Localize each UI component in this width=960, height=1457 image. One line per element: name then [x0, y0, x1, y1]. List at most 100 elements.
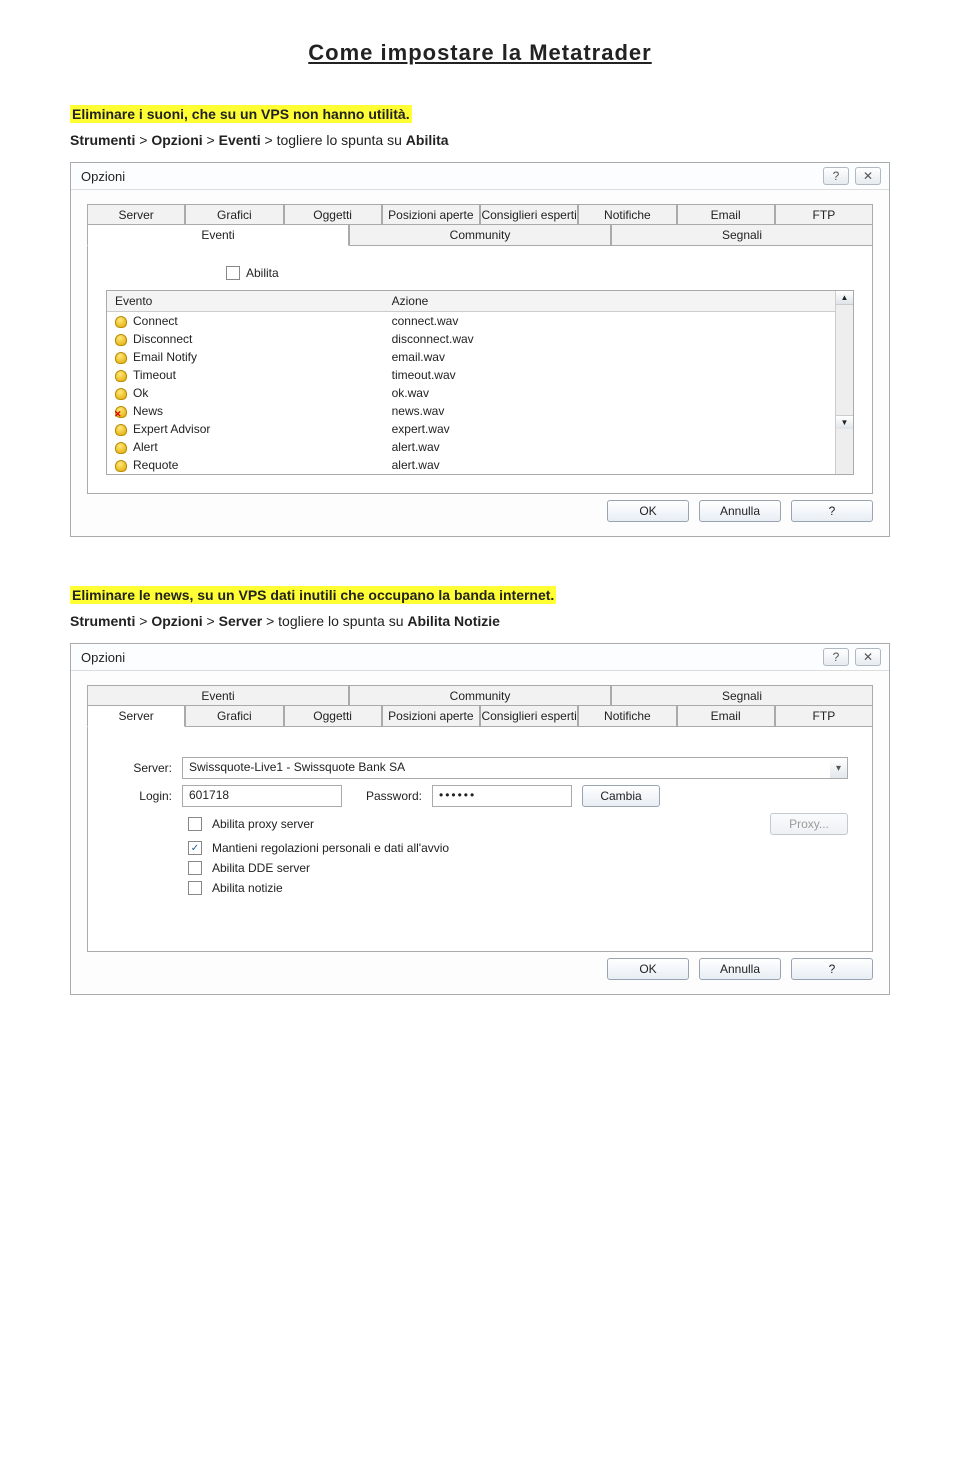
tab-grafici[interactable]: Grafici [185, 204, 283, 225]
help-icon[interactable]: ? [823, 648, 849, 666]
help-button[interactable]: ? [791, 500, 873, 522]
help-icon[interactable]: ? [823, 167, 849, 185]
event-action: alert.wav [384, 438, 835, 456]
event-action: email.wav [384, 348, 835, 366]
abilita-checkbox[interactable] [226, 266, 240, 280]
path-line-1: Strumenti > Opzioni > Eventi > togliere … [70, 132, 890, 148]
event-action: expert.wav [384, 420, 835, 438]
path-target-2: Abilita Notizie [407, 613, 500, 629]
cambia-button[interactable]: Cambia [582, 785, 660, 807]
table-row[interactable]: Requote alert.wav [107, 456, 835, 474]
chevron-down-icon[interactable]: ▾ [830, 757, 848, 779]
password-label: Password: [352, 789, 422, 803]
options-dialog-eventi: Opzioni ? ✕ ServerGraficiOggettiPosizion… [70, 162, 890, 537]
instruction-2: Eliminare le news, su un VPS dati inutil… [70, 587, 890, 603]
highlight-1: Eliminare i suoni, che su un VPS non han… [70, 105, 412, 123]
page-title: Come impostare la Metatrader [70, 40, 890, 66]
scrollbar[interactable]: ▲ ▼ [835, 291, 853, 474]
table-row[interactable]: Disconnectdisconnect.wav [107, 330, 835, 348]
col-azione: Azione [384, 291, 835, 312]
table-row[interactable]: Alertalert.wav [107, 438, 835, 456]
table-row[interactable]: Timeout timeout.wav [107, 366, 835, 384]
event-action: news.wav [384, 402, 835, 420]
path-strumenti-1: Strumenti [70, 132, 135, 148]
password-field[interactable]: •••••• [432, 785, 572, 807]
event-name: Timeout [133, 368, 176, 382]
path-opzioni-1: Opzioni [151, 132, 202, 148]
ok-button[interactable]: OK [607, 958, 689, 980]
dde-checkbox[interactable] [188, 861, 202, 875]
tab-oggetti[interactable]: Oggetti [284, 705, 382, 726]
close-icon[interactable]: ✕ [855, 648, 881, 666]
news-label: Abilita notizie [212, 881, 283, 895]
event-name: Ok [133, 386, 148, 400]
path-target-1: Abilita [406, 132, 449, 148]
tab-consiglieri-esperti[interactable]: Consiglieri esperti [480, 204, 578, 225]
tab-server[interactable]: Server [87, 705, 185, 727]
tab-segnali[interactable]: Segnali [611, 224, 873, 245]
event-name: Requote [133, 458, 178, 472]
keep-checkbox[interactable]: ✓ [188, 841, 202, 855]
event-name: Disconnect [133, 332, 192, 346]
tab-ftp[interactable]: FTP [775, 705, 873, 726]
tab-notifiche[interactable]: Notifiche [578, 204, 676, 225]
tab-oggetti[interactable]: Oggetti [284, 204, 382, 225]
dialog-title-bar-2: Opzioni ? ✕ [71, 644, 889, 671]
tab-notifiche[interactable]: Notifiche [578, 705, 676, 726]
tab-ftp[interactable]: FTP [775, 204, 873, 225]
tab-email[interactable]: Email [677, 705, 775, 726]
close-icon[interactable]: ✕ [855, 167, 881, 185]
event-name: Connect [133, 314, 178, 328]
server-combo[interactable]: Swissquote-Live1 - Swissquote Bank SA [182, 757, 830, 779]
dde-label: Abilita DDE server [212, 861, 310, 875]
bell-icon [115, 370, 127, 382]
proxy-label: Abilita proxy server [212, 817, 760, 831]
path-eventi-1: Eventi [219, 132, 261, 148]
bell-icon [115, 406, 127, 418]
tab-eventi[interactable]: Eventi [87, 224, 349, 246]
abilita-label: Abilita [246, 266, 279, 280]
event-action: alert.wav [384, 456, 835, 474]
highlight-2: Eliminare le news, su un VPS dati inutil… [70, 586, 556, 604]
path-action-2: togliere lo spunta su [278, 613, 403, 629]
tab-grafici[interactable]: Grafici [185, 705, 283, 726]
help-button[interactable]: ? [791, 958, 873, 980]
tab-consiglieri-esperti[interactable]: Consiglieri esperti [480, 705, 578, 726]
bell-icon [115, 316, 127, 328]
dialog-title-2: Opzioni [81, 650, 125, 665]
table-row[interactable]: Email Notifyemail.wav [107, 348, 835, 366]
tab-community[interactable]: Community [349, 224, 611, 245]
event-action: connect.wav [384, 312, 835, 331]
bell-icon [115, 388, 127, 400]
proxy-checkbox[interactable] [188, 817, 202, 831]
tab-email[interactable]: Email [677, 204, 775, 225]
dialog-title-bar: Opzioni ? ✕ [71, 163, 889, 190]
cancel-button[interactable]: Annulla [699, 958, 781, 980]
tab-posizioni-aperte[interactable]: Posizioni aperte [382, 705, 480, 726]
options-dialog-server: Opzioni ? ✕ EventiCommunitySegnali Serve… [70, 643, 890, 995]
path-opzioni-2: Opzioni [151, 613, 202, 629]
tab-community[interactable]: Community [349, 685, 611, 706]
server-label: Server: [112, 761, 172, 775]
dialog-title: Opzioni [81, 169, 125, 184]
ok-button[interactable]: OK [607, 500, 689, 522]
path-strumenti-2: Strumenti [70, 613, 135, 629]
cancel-button[interactable]: Annulla [699, 500, 781, 522]
bell-icon [115, 442, 127, 454]
event-name: News [133, 404, 163, 418]
tab-eventi[interactable]: Eventi [87, 685, 349, 706]
table-row[interactable]: Connect connect.wav [107, 312, 835, 331]
tab-server[interactable]: Server [87, 204, 185, 225]
news-checkbox[interactable] [188, 881, 202, 895]
table-row[interactable]: Okok.wav [107, 384, 835, 402]
table-row[interactable]: Expert Advisorexpert.wav [107, 420, 835, 438]
tab-segnali[interactable]: Segnali [611, 685, 873, 706]
proxy-button: Proxy... [770, 813, 848, 835]
table-row[interactable]: News news.wav [107, 402, 835, 420]
path-server-2: Server [219, 613, 263, 629]
event-action: timeout.wav [384, 366, 835, 384]
instruction-1: Eliminare i suoni, che su un VPS non han… [70, 106, 890, 122]
tab-posizioni-aperte[interactable]: Posizioni aperte [382, 204, 480, 225]
login-field[interactable]: 601718 [182, 785, 342, 807]
keep-label: Mantieni regolazioni personali e dati al… [212, 841, 449, 855]
